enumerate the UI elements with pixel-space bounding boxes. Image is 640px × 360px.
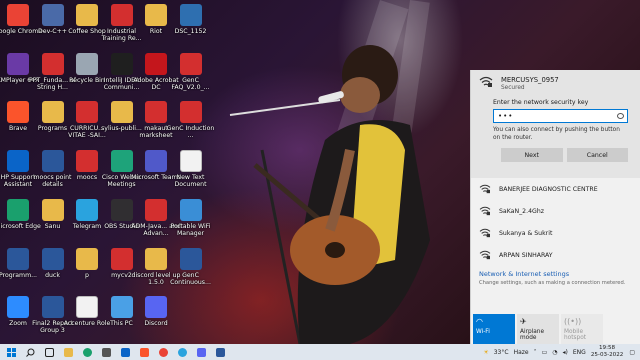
network-settings-link[interactable]: Network & Internet settings bbox=[471, 270, 640, 278]
desktop-icon[interactable]: DSC_1152 bbox=[165, 2, 217, 52]
start-button[interactable] bbox=[3, 344, 19, 360]
volume-icon[interactable]: ◂) bbox=[563, 349, 568, 356]
word-icon bbox=[179, 247, 202, 270]
cancel-button[interactable]: Cancel bbox=[566, 148, 628, 162]
weather-icon[interactable]: ☀ bbox=[483, 349, 488, 356]
task-view-button[interactable] bbox=[41, 344, 57, 360]
desktop-icon[interactable]: Portable WiFi Manager bbox=[165, 197, 217, 247]
network-name: SaKaN_2.4Ghz bbox=[499, 207, 544, 215]
desktop-icon-label: GenC FAQ_V2.0_... bbox=[171, 76, 210, 91]
language-indicator[interactable]: ENG bbox=[573, 349, 586, 356]
desktop-icon[interactable]: GenC Induction ... bbox=[165, 99, 217, 149]
search-icon bbox=[25, 348, 34, 357]
wifi-icon: ◠ bbox=[476, 317, 483, 326]
taskbar-mail[interactable] bbox=[117, 344, 133, 360]
network-ssid: MERCUSYS_0957 bbox=[501, 76, 559, 84]
folder-icon bbox=[63, 347, 73, 357]
taskbar-word[interactable] bbox=[212, 344, 228, 360]
tile-label: Mobile hotspot bbox=[564, 329, 587, 341]
text-file-icon bbox=[179, 150, 202, 173]
mail-icon bbox=[120, 347, 130, 357]
wifi-manager-icon bbox=[179, 198, 202, 221]
network-name: ARPAN SINHARAY bbox=[499, 251, 553, 259]
chrome-icon bbox=[158, 347, 168, 357]
wifi-secured-icon bbox=[479, 184, 491, 194]
hotspot-icon: ((•)) bbox=[564, 317, 582, 326]
system-tray: ☀ 33°C Haze ˄ ▭ ◔ ◂) ENG 19:58 25-03-202… bbox=[483, 344, 640, 360]
windows-logo-icon bbox=[6, 347, 16, 357]
search-button[interactable] bbox=[22, 344, 38, 360]
network-security-status: Secured bbox=[501, 85, 525, 91]
network-list-item[interactable]: ARPAN SINHARAY bbox=[471, 244, 640, 266]
tile-label: Airplane mode bbox=[520, 329, 545, 341]
connecting-network-panel: MERCUSYS_0957 Secured Enter the network … bbox=[471, 70, 640, 178]
network-list-item[interactable]: Sukanya & Sukrit bbox=[471, 222, 640, 244]
battery-icon[interactable]: ▭ bbox=[542, 349, 548, 356]
taskbar: ☀ 33°C Haze ˄ ▭ ◔ ◂) ENG 19:58 25-03-202… bbox=[0, 344, 640, 360]
task-view-icon bbox=[44, 347, 54, 357]
network-list-item[interactable]: BANERJEE DIAGNOSTIC CENTRE bbox=[471, 178, 640, 200]
weather-condition[interactable]: Haze bbox=[514, 349, 529, 356]
pdf-icon bbox=[179, 101, 202, 124]
network-name: Sukanya & Sukrit bbox=[499, 229, 553, 237]
taskbar-telegram[interactable] bbox=[174, 344, 190, 360]
wifi-secured-icon bbox=[479, 250, 491, 260]
network-settings-description: Change settings, such as making a connec… bbox=[479, 280, 626, 286]
desktop-icon-label: New Text Document bbox=[174, 174, 207, 189]
store-icon bbox=[101, 347, 111, 357]
tile-wi-fi[interactable]: ◠ Wi-Fi bbox=[473, 314, 515, 344]
clock-date: 25-03-2022 bbox=[590, 352, 624, 358]
taskbar-brave[interactable] bbox=[136, 344, 152, 360]
next-button[interactable]: Next bbox=[501, 148, 563, 162]
network-list-item[interactable]: SaKaN_2.4Ghz bbox=[471, 200, 640, 222]
desktop-icon-label: Discord bbox=[144, 320, 168, 328]
wifi-secured-icon bbox=[479, 206, 491, 216]
desktop-icon[interactable]: New Text Document bbox=[165, 148, 217, 198]
show-hidden-icons-chevron[interactable]: ˄ bbox=[534, 349, 537, 356]
pdf-icon bbox=[179, 52, 202, 75]
network-list: BANERJEE DIAGNOSTIC CENTRE SaKaN_2.4Ghz Su… bbox=[471, 178, 640, 266]
reveal-password-icon[interactable] bbox=[617, 113, 624, 119]
clock-time: 19:58 bbox=[599, 345, 616, 351]
tile-airplane-mode[interactable]: ✈ Airplane mode bbox=[517, 314, 559, 344]
router-button-hint: You can also connect by pushing the butt… bbox=[493, 127, 620, 141]
edge-icon bbox=[82, 347, 92, 357]
wifi-secured-icon bbox=[479, 76, 493, 87]
taskbar-chrome[interactable] bbox=[155, 344, 171, 360]
network-tray-icon[interactable]: ◔ bbox=[552, 349, 557, 356]
discord-icon bbox=[196, 347, 206, 357]
taskbar-store[interactable] bbox=[98, 344, 114, 360]
security-key-prompt: Enter the network security key bbox=[493, 99, 589, 106]
notifications-icon[interactable]: ▢ bbox=[629, 349, 635, 356]
network-flyout: MERCUSYS_0957 Secured Enter the network … bbox=[470, 70, 640, 344]
wifi-secured-icon bbox=[479, 228, 491, 238]
airplane-icon: ✈ bbox=[520, 317, 527, 326]
tile-label: Wi-Fi bbox=[476, 329, 490, 335]
discord-icon bbox=[145, 296, 167, 319]
weather-temperature[interactable]: 33°C bbox=[494, 349, 509, 356]
security-key-value: ••• bbox=[498, 112, 514, 120]
taskbar-discord[interactable] bbox=[193, 344, 209, 360]
taskbar-file-explorer[interactable] bbox=[60, 344, 76, 360]
desktop-icon-label: Portable WiFi Manager bbox=[170, 222, 211, 237]
network-name: BANERJEE DIAGNOSTIC CENTRE bbox=[499, 185, 598, 193]
telegram-icon bbox=[177, 347, 187, 357]
quick-action-tiles: ◠ Wi-Fi ✈ Airplane mode ((•)) Mobile hotspot bbox=[473, 314, 603, 344]
desktop-icon-label: DSC_1152 bbox=[174, 28, 207, 35]
desktop-icon-label: GenC Continuous... bbox=[170, 271, 211, 286]
tile-mobile-hotspot[interactable]: ((•)) Mobile hotspot bbox=[561, 314, 603, 344]
clock[interactable]: 19:58 25-03-2022 bbox=[591, 345, 624, 359]
desktop-icon[interactable]: GenC FAQ_V2.0_... bbox=[165, 51, 217, 101]
brave-icon bbox=[139, 347, 149, 357]
taskbar-edge[interactable] bbox=[79, 344, 95, 360]
word-icon bbox=[215, 347, 225, 357]
desktop-icon-label: GenC Induction ... bbox=[166, 125, 215, 140]
security-key-input[interactable]: ••• bbox=[493, 109, 628, 123]
desktop-icon[interactable]: Discord bbox=[130, 294, 182, 344]
photo-icon bbox=[179, 4, 202, 26]
desktop-icon[interactable]: GenC Continuous... bbox=[165, 246, 217, 296]
